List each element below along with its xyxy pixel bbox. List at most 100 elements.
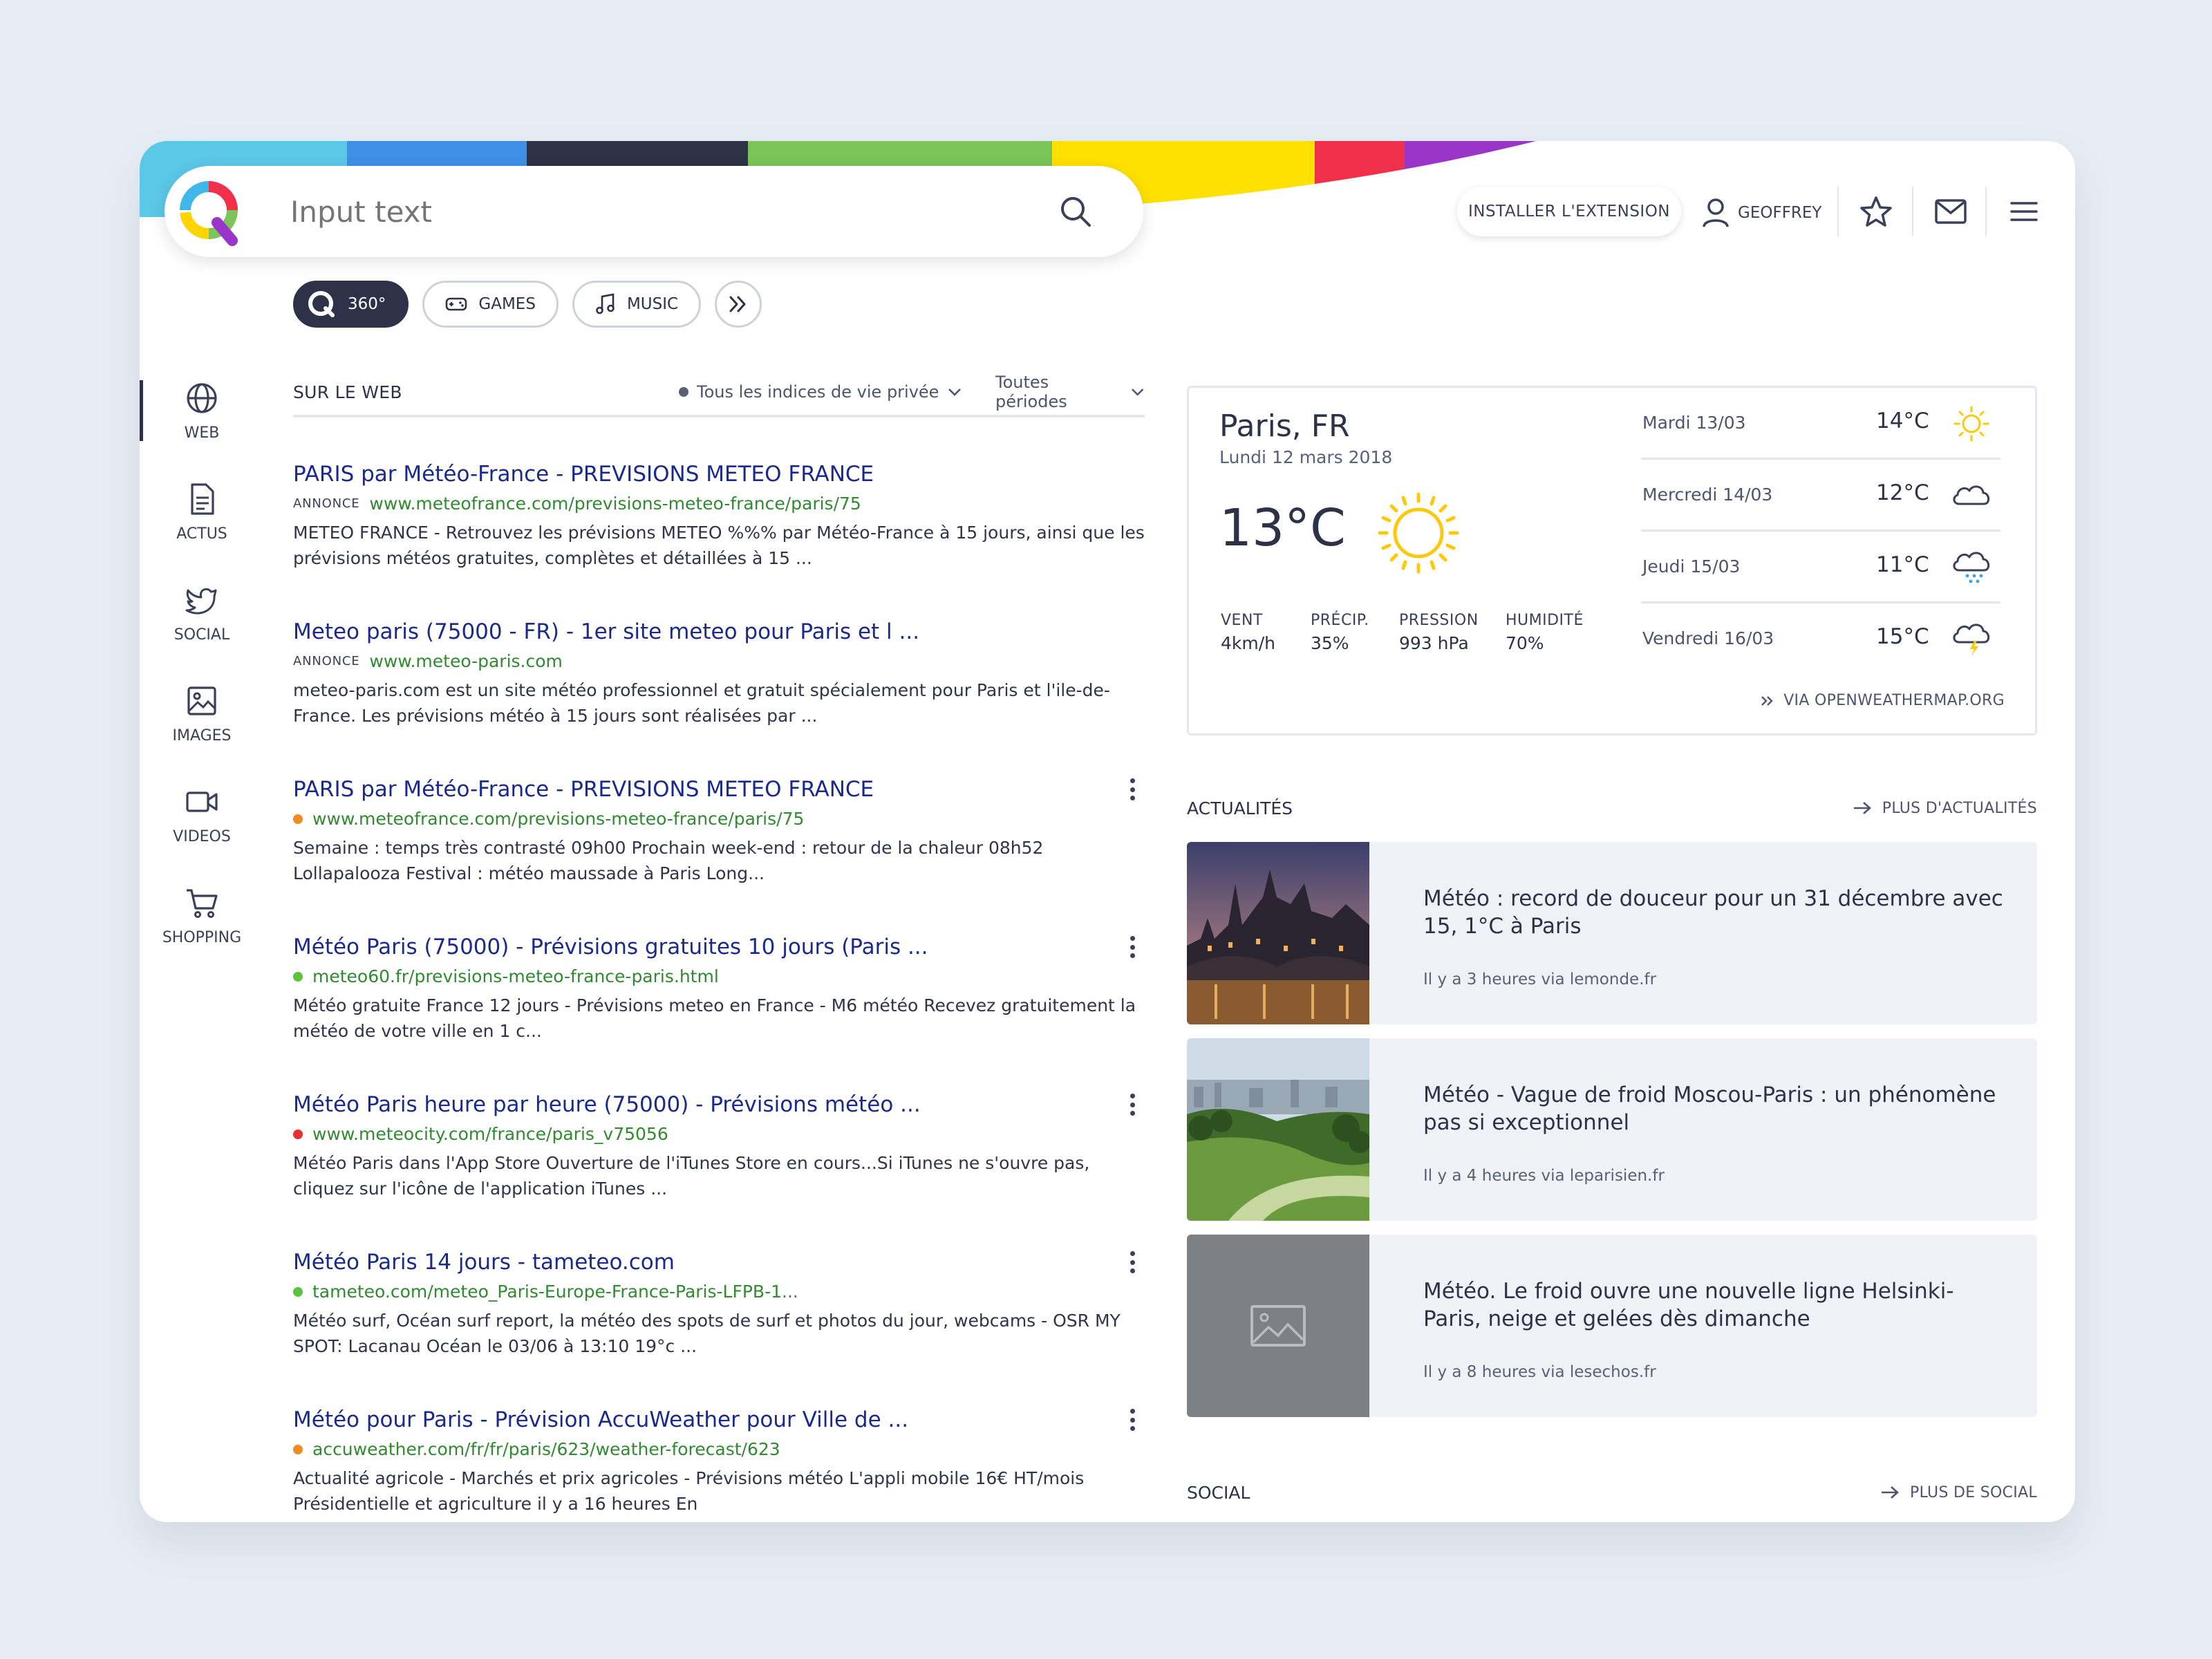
news-item[interactable]: Météo : record de douceur pour un 31 déc… — [1187, 842, 2037, 1024]
result-url[interactable]: www.meteo-paris.com — [369, 650, 562, 673]
weather-widget: Paris, FR Lundi 12 mars 2018 13°C VENT 4… — [1187, 386, 2037, 735]
mail-icon[interactable] — [1933, 194, 1969, 229]
more-filters-button[interactable] — [715, 281, 762, 328]
news-meta: Il y a 4 heures via leparisien.fr — [1423, 1167, 1665, 1185]
forecast-day: Vendredi 16/03 — [1642, 628, 1774, 648]
result-url[interactable]: accuweather.com/fr/fr/paris/623/weather-… — [312, 1438, 780, 1461]
result-url[interactable]: tameteo.com/meteo_Paris-Europe-France-Pa… — [312, 1280, 798, 1304]
forecast-day: Jeudi 15/03 — [1642, 556, 1741, 577]
result-title-link[interactable]: PARIS par Météo-France - PREVISIONS METE… — [293, 460, 1145, 488]
news-meta: Il y a 8 heures via lesechos.fr — [1423, 1363, 1656, 1381]
result-title-link[interactable]: Météo Paris 14 jours - tameteo.com — [293, 1248, 1145, 1276]
arrow-right-icon — [1853, 802, 1871, 814]
forecast-row: Mercredi 14/03 12°C — [1641, 460, 2000, 532]
result-url[interactable]: www.meteocity.com/france/paris_v75056 — [312, 1123, 668, 1146]
more-options-icon[interactable] — [1124, 1406, 1141, 1434]
filter-label: 360° — [348, 295, 386, 313]
user-account[interactable]: GEOFFREY — [1702, 192, 1821, 234]
result-url-row: ANNONCE www.meteo-paris.com — [293, 650, 1145, 673]
menu-icon[interactable] — [2006, 194, 2042, 229]
filter-games[interactable]: GAMES — [422, 281, 559, 328]
weather-stat: HUMIDITÉ 70% — [1506, 612, 1584, 653]
result-title-link[interactable]: Météo pour Paris - Prévision AccuWeather… — [293, 1406, 1145, 1434]
star-icon[interactable] — [1858, 194, 1894, 229]
result-title-link[interactable]: Meteo paris (75000 - FR) - 1er site mete… — [293, 618, 1145, 646]
more-options-icon[interactable] — [1124, 1091, 1141, 1118]
more-options-icon[interactable] — [1124, 933, 1141, 961]
forecast-row: Jeudi 15/03 11°C — [1641, 532, 2000, 603]
stat-label: PRÉCIP. — [1311, 612, 1369, 629]
result-url-row: tameteo.com/meteo_Paris-Europe-France-Pa… — [293, 1280, 1145, 1304]
ad-badge: ANNONCE — [293, 496, 360, 511]
sidebar-item-web[interactable]: WEB — [140, 369, 264, 452]
result-url-row: ANNONCE www.meteofrance.com/previsions-m… — [293, 492, 1145, 516]
news-thumbnail — [1187, 842, 1369, 1024]
web-results: SUR LE WEB Tous les indices de vie privé… — [293, 369, 1145, 1514]
filter-music[interactable]: MUSIC — [572, 281, 702, 328]
filter-label: GAMES — [478, 295, 536, 313]
cloud-icon — [1953, 485, 1990, 505]
privacy-dot — [293, 1287, 303, 1297]
sidebar-item-images[interactable]: IMAGES — [140, 672, 264, 755]
period-filter-label: Toutes périodes — [995, 373, 1067, 411]
storm-cloud-icon — [1953, 624, 1990, 656]
result-title-link[interactable]: PARIS par Météo-France - PREVISIONS METE… — [293, 776, 1145, 803]
snow-cloud-icon — [1953, 552, 1990, 583]
sidebar-item-videos[interactable]: VIDEOS — [140, 773, 264, 856]
more-options-icon[interactable] — [1124, 1248, 1141, 1276]
sidebar-item-shopping[interactable]: SHOPPING — [140, 874, 264, 957]
news-item[interactable]: Météo. Le froid ouvre une nouvelle ligne… — [1187, 1235, 2037, 1417]
logo-icon[interactable] — [176, 177, 245, 246]
result-snippet: Météo Paris dans l'App Store Ouverture d… — [293, 1153, 1090, 1199]
result-url[interactable]: meteo60.fr/previsions-meteo-france-paris… — [312, 965, 719, 988]
result-url[interactable]: www.meteofrance.com/previsions-meteo-fra… — [312, 807, 804, 831]
sidebar-item-label: WEB — [184, 424, 220, 442]
search-icon[interactable] — [1058, 194, 1094, 229]
result-url[interactable]: www.meteofrance.com/previsions-meteo-fra… — [369, 492, 861, 516]
news-meta: Il y a 3 heures via lemonde.fr — [1423, 971, 1657, 988]
forecast-temp: 15°C — [1876, 624, 1929, 649]
weather-source-link[interactable]: VIA OPENWEATHERMAP.ORG — [1760, 692, 2005, 709]
more-news-label: PLUS D'ACTUALITÉS — [1882, 799, 2037, 817]
weather-stat: VENT 4km/h — [1221, 612, 1275, 653]
result-title-link[interactable]: Météo Paris heure par heure (75000) - Pr… — [293, 1091, 1145, 1118]
more-social-link[interactable]: PLUS DE SOCIAL — [1880, 1484, 2037, 1501]
filter-360[interactable]: 360° — [293, 281, 409, 328]
sidebar-item-label: VIDEOS — [173, 827, 231, 845]
news-section-title: ACTUALITÉS — [1187, 798, 1293, 818]
document-icon — [191, 482, 214, 515]
privacy-dot — [293, 814, 303, 824]
stat-label: PRESSION — [1399, 612, 1479, 629]
results-header: SUR LE WEB Tous les indices de vie privé… — [293, 369, 1145, 418]
result-snippet: Météo surf, Océan surf report, la météo … — [293, 1311, 1121, 1356]
stat-value: 35% — [1311, 633, 1349, 653]
period-filter-dropdown[interactable]: Toutes périodes — [995, 373, 1145, 411]
install-extension-button[interactable]: INSTALLER L'EXTENSION — [1457, 187, 1681, 236]
result-url-row: meteo60.fr/previsions-meteo-france-paris… — [293, 965, 1145, 988]
result-title-link[interactable]: Météo Paris (75000) - Prévisions gratuit… — [293, 933, 1145, 961]
filter-bar: 360° GAMES MUSIC — [293, 281, 762, 328]
search-result: Météo Paris heure par heure (75000) - Pr… — [293, 1091, 1145, 1201]
divider — [1837, 187, 1839, 236]
privacy-filter-dropdown[interactable]: Tous les indices de vie privée — [679, 382, 962, 402]
user-icon — [1703, 198, 1729, 227]
result-snippet: Semaine : temps très contrasté 09h00 Pro… — [293, 838, 1044, 883]
result-url-row: accuweather.com/fr/fr/paris/623/weather-… — [293, 1438, 1145, 1461]
weather-source: VIA OPENWEATHERMAP.ORG — [1783, 692, 2005, 709]
stat-label: VENT — [1221, 612, 1263, 629]
more-options-icon[interactable] — [1124, 776, 1141, 803]
sidebar-item-label: SOCIAL — [174, 626, 230, 644]
forecast-temp: 11°C — [1876, 552, 1929, 577]
forecast-temp: 14°C — [1876, 409, 1929, 433]
stat-label: HUMIDITÉ — [1506, 612, 1584, 629]
news-title: Météo : record de douceur pour un 31 déc… — [1423, 886, 2003, 939]
news-item[interactable]: Météo - Vague de froid Moscou-Paris : un… — [1187, 1038, 2037, 1221]
news-title: Météo. Le froid ouvre une nouvelle ligne… — [1423, 1279, 1954, 1331]
status-dot — [679, 387, 688, 397]
search-result: Météo pour Paris - Prévision AccuWeather… — [293, 1406, 1145, 1517]
more-news-link[interactable]: PLUS D'ACTUALITÉS — [1852, 800, 2037, 817]
sidebar-item-social[interactable]: SOCIAL — [140, 571, 264, 654]
search-input[interactable] — [289, 188, 1008, 235]
privacy-dot — [293, 1130, 303, 1139]
sidebar-item-actus[interactable]: ACTUS — [140, 470, 264, 553]
